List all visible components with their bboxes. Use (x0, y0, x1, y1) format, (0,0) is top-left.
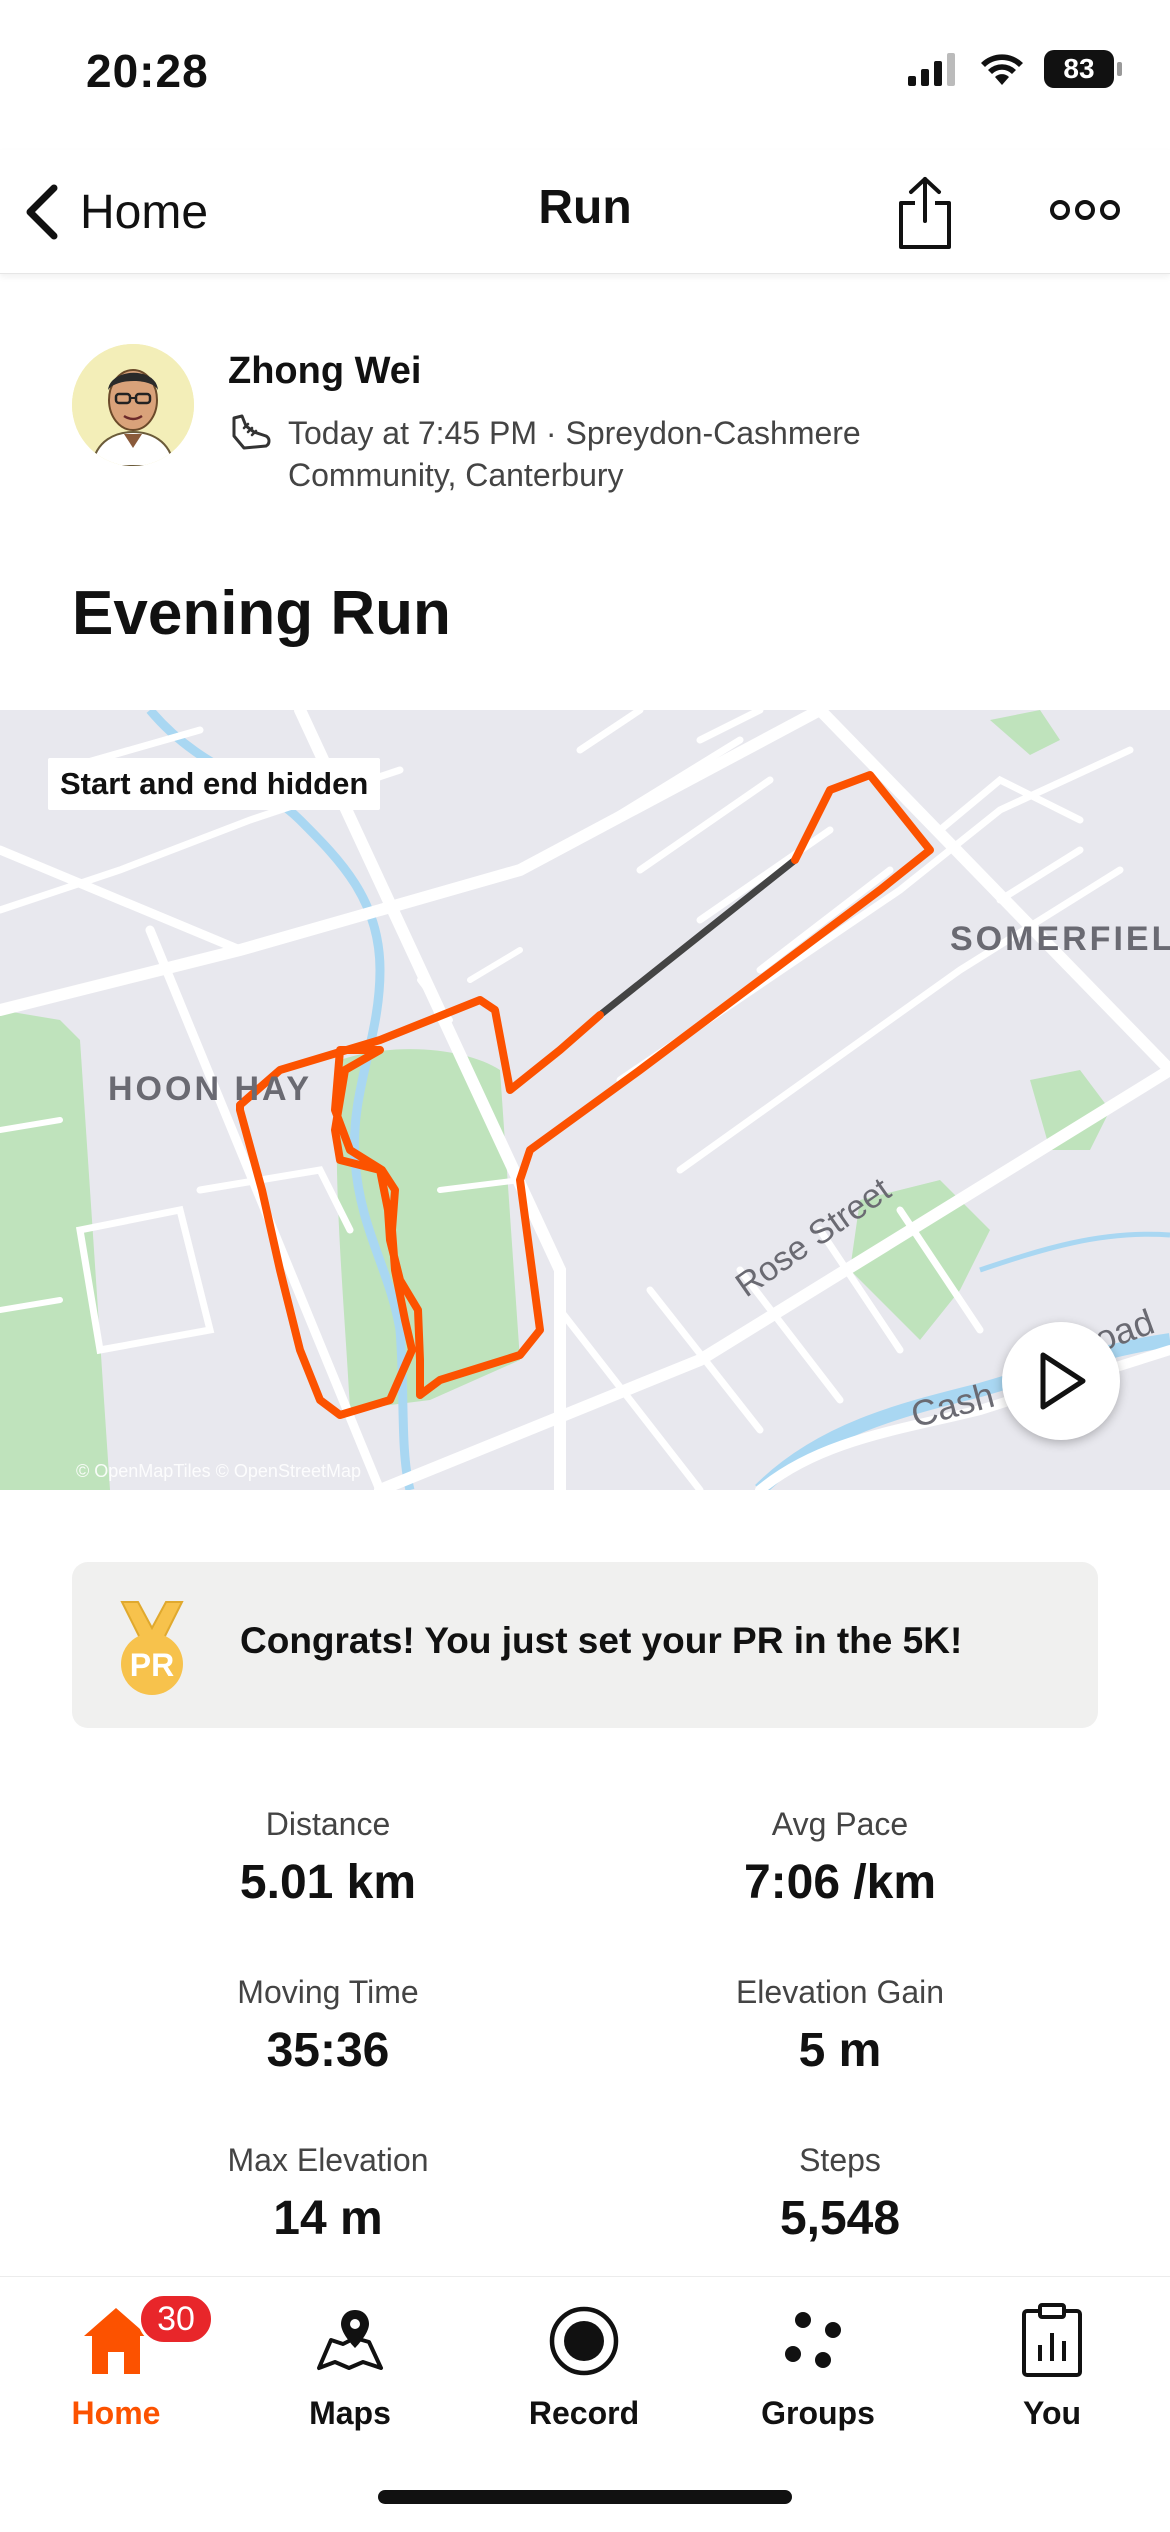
stat-max-elevation: Max Elevation 14 m (118, 2142, 538, 2246)
tab-you[interactable]: You (952, 2301, 1152, 2461)
notification-badge: 30 (138, 2293, 214, 2345)
athlete-name[interactable]: Zhong Wei (228, 350, 422, 393)
home-icon: 30 (76, 2293, 214, 2381)
shoe-icon (232, 414, 271, 450)
tab-record[interactable]: Record (484, 2301, 684, 2461)
groups-icon (778, 2301, 858, 2381)
stat-elevation-gain: Elevation Gain 5 m (630, 1974, 1050, 2078)
chevron-left-icon (26, 184, 58, 240)
share-button[interactable] (890, 168, 960, 258)
tab-label: Home (71, 2395, 161, 2431)
stat-label: Elevation Gain (735, 1974, 945, 2010)
stat-value: 35:36 (266, 2024, 390, 2077)
navigation-bar: Home Run (0, 150, 1170, 274)
stat-label: Distance (265, 1806, 391, 1842)
stat-label: Max Elevation (227, 2142, 429, 2178)
route-map[interactable]: Start and end hidden HOON HAY SOMERFIEL … (0, 710, 1170, 1490)
pr-banner[interactable]: PR Congrats! You just set your PR in the… (72, 1562, 1098, 1728)
status-icons: 83 (908, 50, 1122, 88)
stat-label: Moving Time (237, 1974, 419, 2010)
tab-label: Maps (309, 2395, 391, 2431)
tab-groups[interactable]: Groups (718, 2301, 918, 2461)
activity-page: 20:28 83 Home Run Zhong Wei Today at 7:4… (0, 0, 1170, 2532)
stat-value: 14 m (273, 2192, 383, 2245)
play-icon (1040, 1352, 1086, 1410)
map-area-label: HOON HAY (108, 1070, 313, 1108)
tab-label: You (1022, 2395, 1082, 2431)
map-area-label: SOMERFIEL (950, 920, 1170, 958)
avatar-illustration-icon (72, 344, 194, 466)
signal-icon (908, 53, 955, 86)
tab-label: Record (528, 2395, 640, 2431)
tab-maps[interactable]: Maps (250, 2301, 450, 2461)
stat-avg-pace: Avg Pace 7:06 /km (630, 1806, 1050, 1910)
play-flyover-button[interactable] (1002, 1322, 1120, 1440)
more-horizontal-icon (1050, 200, 1120, 220)
pr-medal-text: PR (130, 1647, 174, 1683)
stat-value: 5 m (798, 2024, 882, 2077)
you-icon (1012, 2301, 1092, 2381)
stat-label: Avg Pace (771, 1806, 909, 1842)
activity-meta: Today at 7:45 PM · Spreydon-Cashmere Com… (288, 415, 861, 493)
stat-steps: Steps 5,548 (630, 2142, 1050, 2246)
stat-moving-time: Moving Time 35:36 (118, 1974, 538, 2078)
stat-value: 7:06 /km (743, 1856, 937, 1909)
stat-value: 5.01 km (239, 1856, 417, 1909)
share-icon (899, 177, 951, 249)
stat-label: Steps (799, 2142, 881, 2178)
more-options-button[interactable] (1040, 180, 1130, 240)
wifi-icon (981, 54, 1023, 85)
pr-message: Congrats! You just set your PR in the 5K… (240, 1620, 963, 1661)
back-button[interactable]: Home (22, 172, 208, 252)
pr-medal-icon: PR (120, 1601, 184, 1695)
battery-icon: 83 (1044, 50, 1122, 88)
back-label: Home (80, 185, 209, 239)
park-area (336, 1049, 520, 1410)
map-attribution: © OpenMapTiles © OpenStreetMap (76, 1461, 361, 1481)
athlete-header: Zhong Wei Today at 7:45 PM · Spreydon-Ca… (72, 342, 1102, 493)
stat-value: 5,548 (779, 2192, 901, 2245)
status-time: 20:28 (86, 45, 209, 97)
status-bar: 20:28 83 (0, 0, 1170, 150)
avatar[interactable] (72, 344, 194, 466)
tab-home[interactable]: 30 Home (16, 2293, 216, 2461)
home-indicator (378, 2490, 792, 2504)
record-icon (544, 2301, 624, 2381)
maps-icon (310, 2301, 390, 2381)
tab-label: Groups (761, 2395, 875, 2431)
stat-distance: Distance 5.01 km (118, 1806, 538, 1910)
privacy-chip: Start and end hidden (48, 758, 381, 810)
activity-title: Evening Run (72, 579, 451, 648)
